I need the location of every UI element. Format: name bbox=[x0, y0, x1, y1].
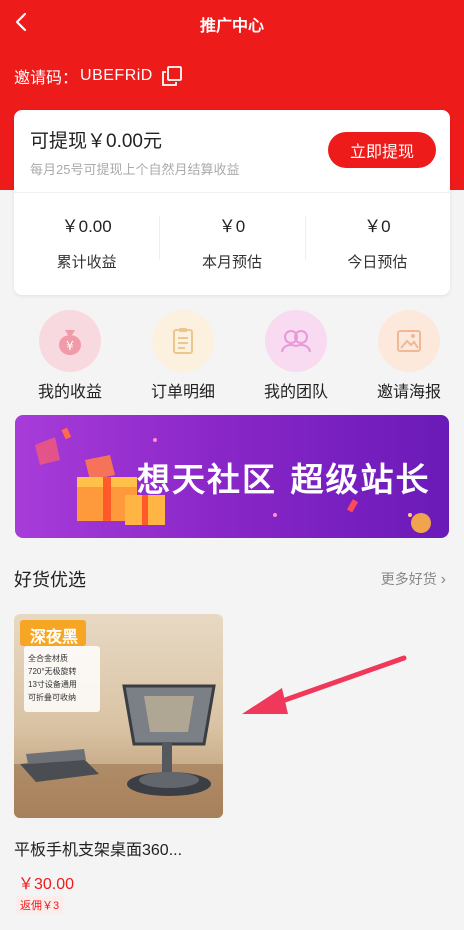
nav-bar: 推广中心 bbox=[0, 0, 464, 44]
invite-code-label: 邀请码： bbox=[14, 70, 79, 87]
product-image: 深夜黑 全合金材质 720°无极旋转 13寸设备通用 可折叠可收纳 bbox=[14, 614, 223, 818]
stat-total: ￥0.00 累计收益 bbox=[14, 202, 159, 292]
feature-item: 13寸设备通用 bbox=[28, 680, 77, 689]
menu-my-earnings[interactable]: ¥ 我的收益 bbox=[25, 310, 115, 406]
stat-total-label: 累计收益 bbox=[56, 254, 117, 271]
more-goods-link[interactable]: 更多好货 › bbox=[381, 569, 446, 589]
stat-month-label: 本月预估 bbox=[201, 254, 262, 271]
stat-month: ￥0 本月预估 bbox=[159, 202, 304, 292]
stat-today: ￥0 今日预估 bbox=[304, 202, 450, 292]
earnings-card: 可提现￥0.00元 每月25号可提现上个自然月结算收益 立即提现 ￥0.00 累… bbox=[14, 110, 450, 295]
stat-total-value: ￥0.00 bbox=[61, 217, 112, 236]
more-goods-label: 更多好货 bbox=[380, 571, 437, 587]
menu-invite-poster[interactable]: 邀请海报 bbox=[364, 310, 454, 406]
team-icon bbox=[265, 310, 327, 372]
chevron-right-icon: › bbox=[440, 571, 446, 588]
product-card[interactable]: 深夜黑 全合金材质 720°无极旋转 13寸设备通用 可折叠可收纳 平板手机支架… bbox=[14, 614, 223, 914]
menu-order-details-label: 订单明细 bbox=[150, 384, 215, 401]
feature-item: 全合金材质 bbox=[28, 654, 68, 663]
stats-row: ￥0.00 累计收益 ￥0 本月预估 ￥0 今日预估 bbox=[14, 202, 450, 292]
divider bbox=[14, 192, 450, 193]
pointer-arrow-icon bbox=[242, 655, 407, 714]
promo-banner[interactable]: 想天社区 超级站长 bbox=[15, 415, 449, 538]
feature-item: 720°无极旋转 bbox=[28, 667, 77, 676]
banner-text: 想天社区 超级站长 bbox=[137, 460, 431, 499]
product-badge: 深夜黑 bbox=[29, 629, 78, 646]
product-name: 平板手机支架桌面360... bbox=[14, 842, 183, 859]
clipboard-icon bbox=[152, 310, 214, 372]
feature-menu: ¥ 我的收益 订单明细 我的团队 邀请海报 bbox=[0, 310, 464, 406]
menu-my-team-label: 我的团队 bbox=[263, 384, 328, 401]
feature-item: 可折叠可收纳 bbox=[28, 693, 76, 702]
money-bag-icon: ¥ bbox=[39, 310, 101, 372]
menu-invite-poster-label: 邀请海报 bbox=[376, 384, 441, 401]
menu-my-team[interactable]: 我的团队 bbox=[251, 310, 341, 406]
withdrawable-amount: 可提现￥0.00元 bbox=[30, 131, 162, 152]
menu-my-earnings-label: 我的收益 bbox=[37, 384, 102, 401]
stat-today-label: 今日预估 bbox=[347, 254, 408, 271]
rebate-badge: 返佣￥3 bbox=[16, 896, 64, 914]
copy-icon[interactable] bbox=[161, 65, 183, 87]
stat-today-value: ￥0 bbox=[364, 217, 391, 236]
section-title: 好货优选 bbox=[14, 570, 86, 590]
stat-month-value: ￥0 bbox=[218, 217, 246, 236]
poster-icon bbox=[378, 310, 440, 372]
product-price: ￥30.00 bbox=[18, 876, 75, 893]
withdraw-button[interactable]: 立即提现 bbox=[328, 132, 436, 168]
product-features: 全合金材质 720°无极旋转 13寸设备通用 可折叠可收纳 bbox=[28, 652, 98, 704]
svg-text:¥: ¥ bbox=[66, 339, 74, 353]
page-title: 推广中心 bbox=[199, 18, 264, 35]
invite-code-value: UBEFRiD bbox=[80, 67, 153, 84]
withdraw-tip: 每月25号可提现上个自然月结算收益 bbox=[30, 162, 240, 177]
invite-code-row: 邀请码： UBEFRiD bbox=[14, 64, 183, 88]
menu-order-details[interactable]: 订单明细 bbox=[138, 310, 228, 406]
